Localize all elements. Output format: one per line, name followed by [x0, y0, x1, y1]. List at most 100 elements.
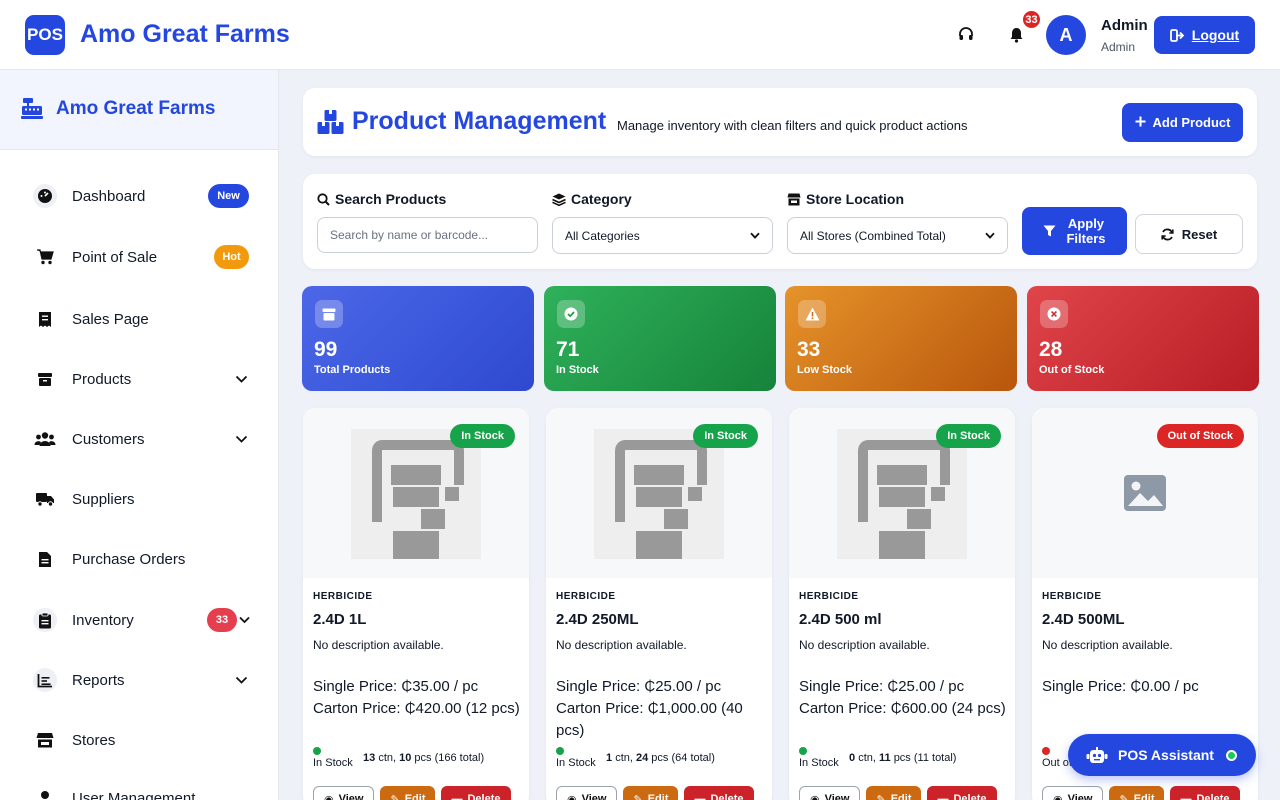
sidebar-item-stores[interactable]: Stores: [0, 718, 278, 762]
sidebar-item-dashboard[interactable]: Dashboard New: [0, 174, 278, 218]
apply-filters-button[interactable]: Apply Filters: [1022, 207, 1127, 255]
delete-button[interactable]: ▬ Delete: [441, 786, 511, 800]
edit-button[interactable]: ✎ Edit: [380, 786, 436, 800]
delete-button[interactable]: ▬ Delete: [927, 786, 997, 800]
filter-icon: [1043, 225, 1056, 237]
stat-out-of-stock[interactable]: 28 Out of Stock: [1027, 286, 1259, 391]
sidebar-item-sales-page[interactable]: Sales Page: [0, 297, 278, 341]
store-label-text: Store Location: [806, 191, 905, 207]
product-description: No description available.: [1042, 638, 1173, 652]
boxes-icon: [317, 109, 344, 140]
sidebar-item-label: Inventory: [72, 611, 134, 629]
product-name[interactable]: 2.4D 500 ml: [799, 611, 882, 628]
sidebar-header: Amo Great Farms: [0, 70, 278, 150]
view-button[interactable]: ◉ View: [313, 786, 375, 800]
chevron-down-icon[interactable]: [235, 370, 248, 388]
edit-icon: ✎: [390, 793, 400, 800]
view-button[interactable]: ◉ View: [556, 786, 618, 800]
brand-title[interactable]: Amo Great Farms: [80, 20, 290, 49]
refresh-icon: [1161, 228, 1174, 240]
card-actions: ◉ View ✎ Edit ▬ Delete: [313, 786, 511, 800]
stock-status: In Stock: [556, 757, 596, 769]
pos-logo[interactable]: POS: [25, 15, 65, 55]
product-card[interactable]: In Stock HERBICIDE 2.4D 1L No descriptio…: [303, 408, 529, 800]
sidebar-item-products[interactable]: Products: [0, 357, 278, 401]
chevron-down-icon[interactable]: [235, 430, 248, 448]
delete-button[interactable]: ▬ Delete: [684, 786, 754, 800]
stock-quantity: 0 ctn, 11 pcs (11 total): [849, 752, 957, 764]
inventory-badge: 33: [207, 608, 237, 632]
sidebar-item-suppliers[interactable]: Suppliers: [0, 477, 278, 521]
page-subtitle: Manage inventory with clean filters and …: [617, 118, 968, 133]
sidebar-item-label: Purchase Orders: [72, 550, 186, 568]
sidebar-item-customers[interactable]: Customers: [0, 417, 278, 461]
store-select[interactable]: All Stores (Combined Total): [787, 217, 1008, 254]
stock-quantity: 1 ctn, 24 pcs (64 total): [606, 752, 715, 764]
pos-assistant-button[interactable]: POS Assistant: [1068, 734, 1256, 776]
stat-total-products[interactable]: 99 Total Products: [302, 286, 534, 391]
eye-icon: ◉: [324, 793, 334, 800]
stat-label: Total Products: [314, 364, 391, 376]
chart-icon: [33, 668, 57, 692]
headset-icon[interactable]: [953, 22, 979, 48]
product-name[interactable]: 2.4D 1L: [313, 611, 366, 628]
edit-button[interactable]: ✎ Edit: [623, 786, 679, 800]
sidebar-item-label: User Management: [72, 789, 196, 800]
sidebar-item-label: Sales Page: [72, 310, 149, 328]
product-placeholder-icon: [837, 429, 967, 559]
category-label-text: Category: [571, 191, 632, 207]
users-icon: [33, 427, 57, 451]
trash-icon: ▬: [937, 793, 949, 800]
eye-icon: ◉: [810, 793, 820, 800]
product-card[interactable]: In Stock HERBICIDE 2.4D 500 ml No descri…: [789, 408, 1015, 800]
store-value: All Stores (Combined Total): [800, 228, 946, 243]
product-name[interactable]: 2.4D 500ML: [1042, 611, 1125, 628]
edit-button[interactable]: ✎ Edit: [1109, 786, 1165, 800]
pos-assistant-label: POS Assistant: [1118, 747, 1214, 763]
sidebar-item-purchase-orders[interactable]: Purchase Orders: [0, 537, 278, 581]
view-button[interactable]: ◉ View: [799, 786, 861, 800]
sidebar-item-label: Customers: [72, 430, 145, 448]
avatar[interactable]: A: [1046, 15, 1086, 55]
product-category: HERBICIDE: [313, 591, 373, 602]
stat-label: Low Stock: [797, 364, 853, 376]
sidebar-brand[interactable]: Amo Great Farms: [56, 98, 215, 120]
warning-icon: [798, 300, 826, 328]
carton-price: Carton Price: ₵420.00 (12 pcs): [313, 700, 520, 717]
view-button[interactable]: ◉ View: [1042, 786, 1104, 800]
stock-badge: In Stock: [450, 424, 515, 448]
stock-badge: In Stock: [936, 424, 1001, 448]
logout-button[interactable]: Logout: [1154, 16, 1255, 54]
new-badge: New: [208, 184, 249, 208]
edit-button[interactable]: ✎ Edit: [866, 786, 922, 800]
stock-dot-icon: [556, 747, 564, 755]
stat-label: Out of Stock: [1039, 364, 1105, 376]
reset-button[interactable]: Reset: [1135, 214, 1243, 254]
logout-label: Logout: [1191, 27, 1240, 43]
chevron-down-icon[interactable]: [235, 671, 248, 689]
delete-button[interactable]: ▬ Delete: [1170, 786, 1240, 800]
stat-low-stock[interactable]: 33 Low Stock: [785, 286, 1017, 391]
add-product-button[interactable]: Add Product: [1122, 103, 1243, 142]
sidebar-item-reports[interactable]: Reports: [0, 658, 278, 702]
stock-badge: Out of Stock: [1156, 424, 1244, 448]
search-input[interactable]: [317, 217, 538, 253]
stat-value: 99: [314, 338, 338, 361]
reset-label: Reset: [1181, 226, 1218, 242]
category-value: All Categories: [565, 228, 640, 243]
product-name[interactable]: 2.4D 250ML: [556, 611, 639, 628]
product-card[interactable]: In Stock HERBICIDE 2.4D 250ML No descrip…: [546, 408, 772, 800]
stat-in-stock[interactable]: 71 In Stock: [544, 286, 776, 391]
sidebar-item-inventory[interactable]: Inventory 33: [0, 598, 278, 642]
product-description: No description available.: [799, 638, 930, 652]
search-icon: [317, 192, 330, 206]
sidebar-item-point-of-sale[interactable]: Point of Sale Hot: [0, 235, 278, 279]
chevron-down-icon: [985, 232, 995, 239]
category-label: Category: [552, 191, 632, 207]
sidebar-item-user-management[interactable]: User Management: [0, 776, 278, 800]
category-select[interactable]: All Categories: [552, 217, 773, 254]
store-icon: [787, 193, 801, 205]
stat-label: In Stock: [556, 364, 599, 376]
chevron-down-icon[interactable]: [239, 611, 250, 629]
stock-dot-icon: [313, 747, 321, 755]
